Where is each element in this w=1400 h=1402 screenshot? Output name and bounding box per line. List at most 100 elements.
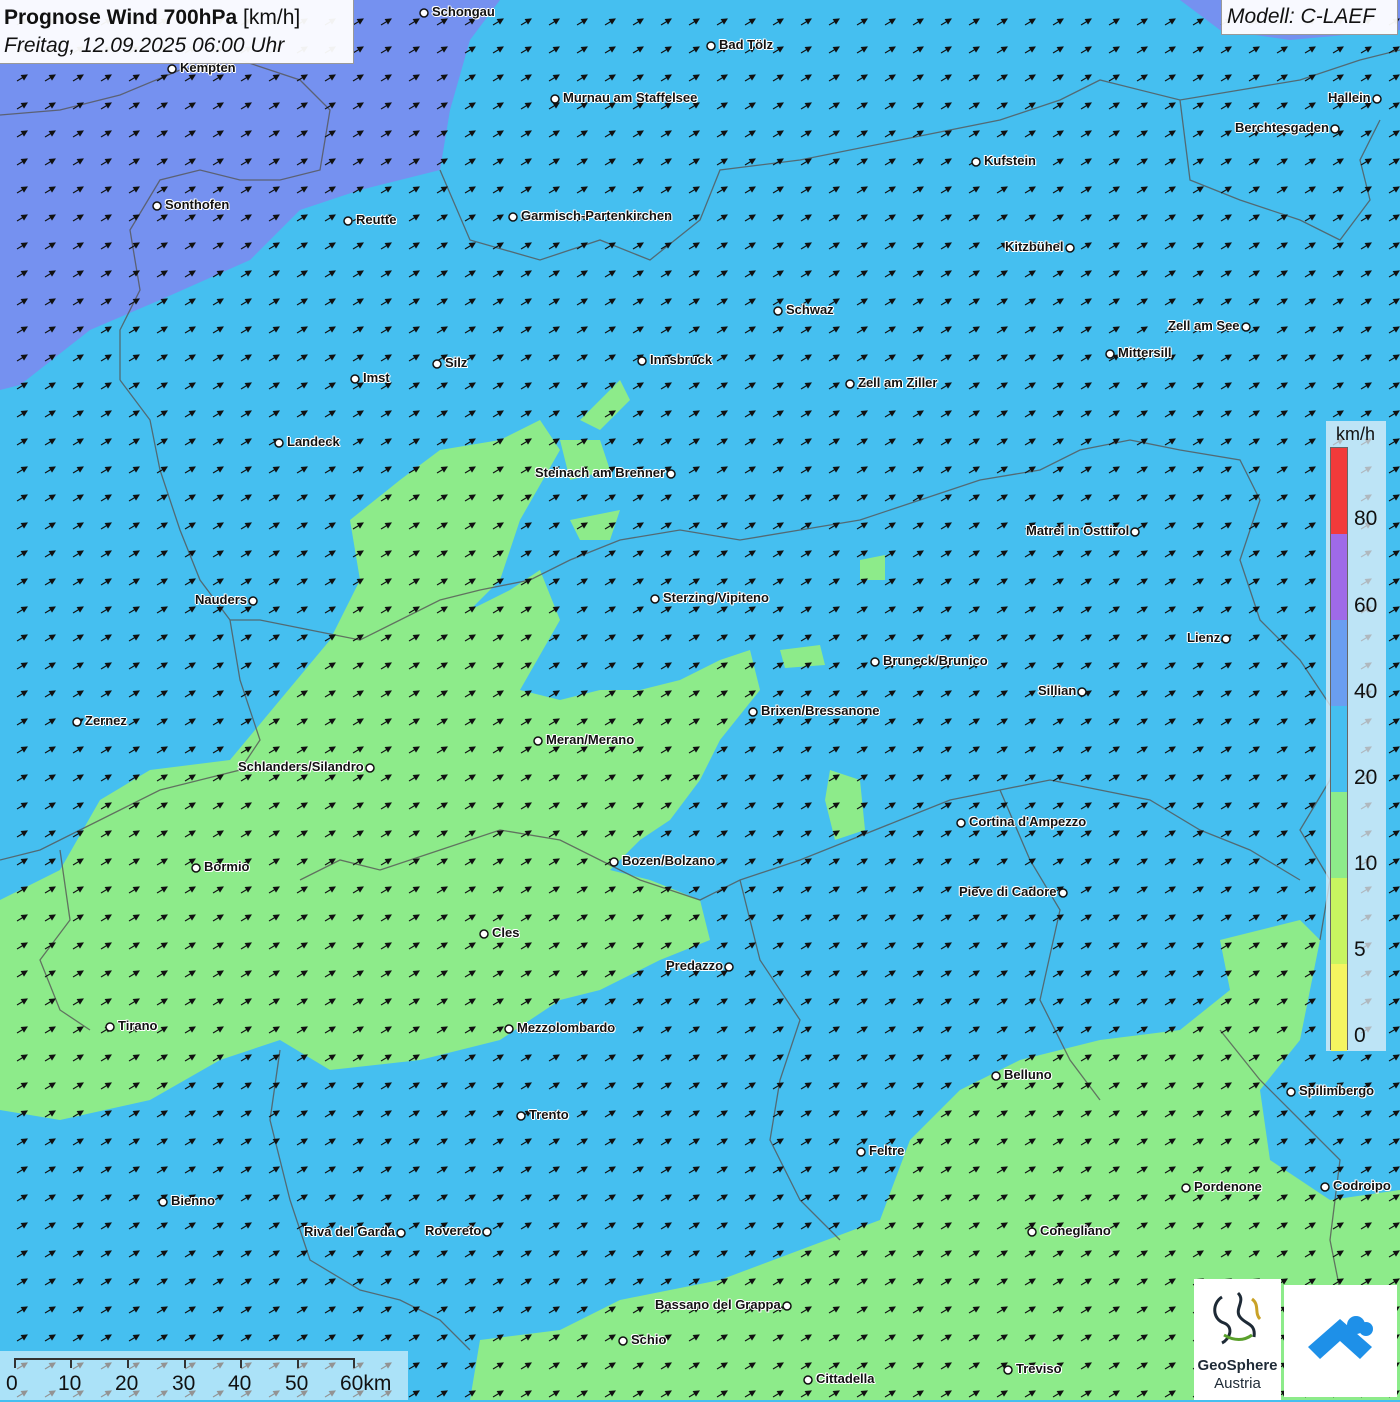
legend-label-40: 40	[1354, 680, 1378, 703]
scale-label-0: 0	[6, 1372, 18, 1395]
city-marker-icon	[803, 1375, 813, 1385]
city-label: Bad Tölz	[719, 37, 774, 52]
city-label: Cles	[492, 925, 520, 940]
legend-label-60: 60	[1354, 594, 1378, 617]
city-marker-icon	[343, 216, 353, 226]
city-label: Nauders	[195, 592, 248, 607]
city-marker-icon	[550, 94, 560, 104]
city-label: Schongau	[432, 4, 495, 19]
title-box: Prognose Wind 700hPa [km/h] Freitag, 12.…	[0, 0, 354, 64]
city-label: Cittadella	[816, 1371, 875, 1386]
city-marker-icon	[516, 1111, 526, 1121]
city-label: Riva del Garda	[304, 1224, 396, 1239]
city-label: Sterzing/Vipiteno	[663, 590, 769, 605]
legend-unit: km/h	[1336, 424, 1376, 444]
model-box: Modell: C-LAEF	[1221, 0, 1398, 35]
city-label: Kempten	[180, 60, 236, 75]
city-marker-icon	[956, 818, 966, 828]
color-legend: km/h 80 60 40 20 10 5 0	[1326, 421, 1386, 1051]
city-label: Mezzolombardo	[517, 1020, 616, 1035]
city-marker-icon	[650, 594, 660, 604]
legend-segment-40-60	[1331, 620, 1347, 706]
city-label: Brixen/Bressanone	[761, 703, 880, 718]
geosphere-country: Austria	[1214, 1375, 1261, 1392]
geosphere-emblem-icon	[1213, 1291, 1262, 1345]
city-marker-icon	[482, 1227, 492, 1237]
city-label: Mittersill	[1118, 345, 1172, 360]
city-marker-icon	[1320, 1182, 1330, 1192]
scale-tick	[240, 1358, 242, 1368]
city-label: Treviso	[1016, 1361, 1062, 1376]
legend-segment-20-40	[1331, 706, 1347, 792]
city-label: Landeck	[287, 434, 340, 449]
city-marker-icon	[870, 657, 880, 667]
city-marker-icon	[666, 469, 676, 479]
legend-segment-0-5	[1331, 964, 1347, 1051]
city-label: Sillian	[1038, 683, 1077, 698]
scale-label-40: 40	[228, 1372, 252, 1395]
legend-bar	[1330, 447, 1348, 1051]
city-label: Bozen/Bolzano	[622, 853, 716, 868]
city-marker-icon	[1003, 1365, 1013, 1375]
scale-label-20: 20	[115, 1372, 139, 1395]
city-label: Silz	[445, 355, 468, 370]
city-marker-icon	[724, 962, 734, 972]
city-marker-icon	[504, 1024, 514, 1034]
scale-bar: 0 10 20 30 40 50 60km	[0, 1351, 408, 1400]
map-title-main: Prognose Wind 700hPa	[4, 6, 238, 29]
city-marker-icon	[1221, 634, 1231, 644]
city-label: Schlanders/Silandro	[238, 759, 364, 774]
legend-segment-60-80	[1331, 534, 1347, 620]
city-marker-icon	[1330, 124, 1340, 134]
geosphere-logo[interactable]: GeoSphere Austria	[1194, 1279, 1281, 1400]
city-marker-icon	[533, 736, 543, 746]
city-label: Innsbruck	[650, 352, 713, 367]
city-marker-icon	[72, 717, 82, 727]
city-label: Imst	[363, 370, 390, 385]
map-title-unit: [km/h]	[243, 6, 301, 29]
city-marker-icon	[618, 1336, 628, 1346]
legend-segment-80plus	[1331, 448, 1347, 534]
scale-label-60km: 60km	[340, 1372, 392, 1395]
city-label: Zell am Ziller	[858, 375, 938, 390]
city-label: Predazzo	[666, 958, 724, 973]
scale-tick	[70, 1358, 72, 1368]
city-marker-icon	[1027, 1227, 1037, 1237]
city-marker-icon	[105, 1022, 115, 1032]
city-label: Conegliano	[1040, 1223, 1111, 1238]
city-label: Matrei in Osttirol	[1026, 523, 1130, 538]
city-label: Murnau am Staffelsee	[563, 90, 698, 105]
city-label: Pieve di Cadore	[959, 884, 1057, 899]
city-label: Rovereto	[425, 1223, 482, 1238]
city-label: Codroipo	[1333, 1178, 1391, 1193]
city-marker-icon	[609, 857, 619, 867]
city-marker-icon	[856, 1147, 866, 1157]
city-label: Zernez	[85, 713, 127, 728]
city-marker-icon	[706, 41, 716, 51]
scale-label-10: 10	[58, 1372, 82, 1395]
app-logo-icon	[1308, 1316, 1373, 1359]
weather-app-logo[interactable]	[1284, 1285, 1397, 1397]
legend-label-20: 20	[1354, 766, 1378, 789]
city-marker-icon	[396, 1228, 406, 1238]
city-label: Bassano del Grappa	[655, 1297, 781, 1312]
forecast-datetime: Freitag, 12.09.2025 06:00 Uhr	[4, 34, 285, 57]
city-label: Sonthofen	[165, 197, 230, 212]
scale-label-30: 30	[172, 1372, 196, 1395]
city-marker-icon	[1372, 94, 1382, 104]
city-label: Garmisch-Partenkirchen	[521, 208, 673, 223]
city-marker-icon	[350, 374, 360, 384]
map-title: Prognose Wind 700hPa [km/h]	[4, 6, 300, 30]
city-label: Cortina d'Ampezzo	[969, 814, 1087, 829]
city-marker-icon	[971, 157, 981, 167]
scale-tick	[297, 1358, 299, 1368]
scale-label-50: 50	[285, 1372, 309, 1395]
scale-tick	[353, 1358, 355, 1368]
city-marker-icon	[167, 64, 177, 74]
city-label: Tirano	[118, 1018, 158, 1033]
city-marker-icon	[432, 359, 442, 369]
city-label: Hallein	[1328, 90, 1371, 105]
city-marker-icon	[508, 212, 518, 222]
city-marker-icon	[152, 201, 162, 211]
city-label: Spilimbergo	[1299, 1083, 1375, 1098]
